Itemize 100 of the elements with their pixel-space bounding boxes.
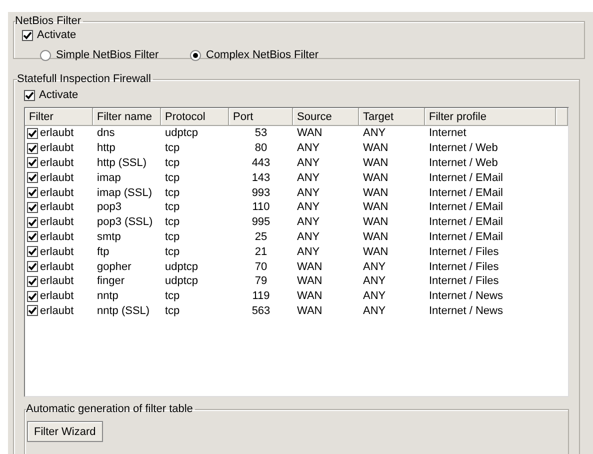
table-cell: udptcp — [165, 260, 198, 273]
table-cell: WAN — [297, 304, 322, 317]
checkbox-label: Activate — [37, 29, 76, 41]
table-cell: ANY — [363, 260, 386, 273]
table-cell: smtp — [97, 230, 121, 243]
table-cell: 119 — [252, 290, 270, 302]
group-title: Statefull Inspection Firewall — [17, 73, 152, 85]
column-header — [556, 108, 568, 126]
table-cell: WAN — [363, 142, 388, 154]
table-cell: ANY — [297, 201, 320, 214]
activate-checkbox[interactable] — [24, 90, 35, 100]
row-checkbox[interactable] — [27, 128, 38, 139]
table-cell: http — [97, 142, 116, 154]
row-checkbox[interactable] — [27, 231, 38, 242]
table-cell: finger — [97, 275, 125, 288]
radio-label: Complex NetBios Filter — [206, 49, 318, 61]
row-checkbox[interactable] — [27, 157, 38, 168]
table-cell: http (SSL) — [97, 156, 147, 169]
table-cell: udptcp — [165, 275, 198, 288]
table-cell: imap (SSL) — [97, 186, 152, 199]
table-cell: ANY — [297, 156, 320, 169]
table-cell: Internet / Files — [429, 260, 499, 273]
table-cell: ANY — [297, 142, 320, 154]
table-cell: ANY — [297, 230, 320, 243]
table-cell: 21 — [254, 246, 268, 258]
column-header[interactable]: Port — [229, 108, 293, 126]
table-cell: WAN — [297, 290, 322, 302]
radio-button[interactable] — [190, 50, 201, 60]
table-cell: erlaubt — [40, 230, 74, 243]
table-cell: ANY — [297, 216, 320, 228]
table-cell: tcp — [165, 216, 180, 228]
table-cell: Internet / Web — [429, 156, 498, 169]
table-cell: erlaubt — [40, 142, 74, 154]
row-checkbox[interactable] — [27, 290, 38, 302]
table-cell: WAN — [297, 260, 322, 273]
row-checkbox[interactable] — [27, 261, 38, 272]
table-cell: tcp — [165, 156, 180, 169]
table-cell: WAN — [363, 246, 388, 258]
table-cell: WAN — [297, 127, 322, 140]
table-cell: erlaubt — [40, 246, 74, 258]
table-cell: 53 — [254, 127, 268, 140]
table-cell: dns — [97, 127, 115, 140]
table-cell: erlaubt — [40, 216, 74, 228]
row-checkbox[interactable] — [27, 216, 38, 228]
table-cell: Internet / EMail — [429, 216, 503, 228]
table-cell: Internet / EMail — [429, 230, 503, 243]
table-cell: 79 — [254, 275, 268, 288]
group-title: NetBios Filter — [15, 15, 82, 27]
row-checkbox[interactable] — [27, 172, 38, 184]
table-cell: Internet / Web — [429, 142, 498, 154]
table-cell: tcp — [165, 304, 180, 317]
table-cell: WAN — [363, 156, 388, 169]
row-checkbox[interactable] — [27, 187, 38, 198]
table-cell: ANY — [363, 275, 386, 288]
column-header[interactable]: Source — [293, 108, 359, 126]
column-header[interactable]: Protocol — [161, 108, 229, 126]
table-cell: 80 — [254, 142, 268, 154]
table-cell: erlaubt — [40, 201, 74, 214]
filter-wizard-button[interactable]: Filter Wizard — [27, 421, 103, 442]
column-header[interactable]: Filter profile — [425, 108, 556, 126]
table-cell: ANY — [363, 127, 386, 140]
table-cell: Internet / News — [429, 290, 503, 302]
table-cell: Internet / Files — [429, 275, 499, 288]
table-cell: WAN — [297, 275, 322, 288]
table-cell: Internet / EMail — [429, 201, 503, 214]
table-cell: 110 — [252, 201, 270, 214]
row-checkbox[interactable] — [27, 276, 38, 287]
table-cell: 993 — [252, 186, 270, 199]
table-cell: 25 — [254, 230, 268, 243]
table-cell: tcp — [165, 201, 180, 214]
column-header[interactable]: Filter — [25, 108, 93, 126]
radio-label: Simple NetBios Filter — [56, 49, 159, 61]
column-header[interactable]: Target — [359, 108, 425, 126]
table-cell: erlaubt — [40, 260, 74, 273]
table-cell: WAN — [363, 186, 388, 199]
table-cell: pop3 — [97, 201, 122, 214]
table-cell: erlaubt — [40, 304, 74, 317]
table-cell: tcp — [165, 142, 180, 154]
table-cell: Internet / News — [429, 304, 503, 317]
table-cell: WAN — [363, 201, 388, 214]
radio-button[interactable] — [40, 50, 51, 60]
table-cell: Internet / EMail — [429, 186, 503, 199]
table-cell: tcp — [165, 172, 180, 184]
table-cell: erlaubt — [40, 275, 74, 288]
row-checkbox[interactable] — [27, 305, 38, 316]
table-cell: erlaubt — [40, 186, 74, 199]
table-cell: 443 — [252, 156, 270, 169]
table-cell: tcp — [165, 186, 180, 199]
column-header[interactable]: Filter name — [93, 108, 161, 126]
row-checkbox[interactable] — [27, 202, 38, 213]
table-cell: imap — [97, 172, 121, 184]
table-cell: ANY — [297, 172, 320, 184]
table-cell: WAN — [363, 230, 388, 243]
table-cell: nntp (SSL) — [97, 304, 150, 317]
table-cell: tcp — [165, 230, 180, 243]
table-cell: pop3 (SSL) — [97, 216, 153, 228]
table-cell: 143 — [252, 172, 270, 184]
activate-checkbox[interactable] — [22, 30, 33, 40]
row-checkbox[interactable] — [27, 246, 38, 258]
row-checkbox[interactable] — [27, 142, 38, 154]
